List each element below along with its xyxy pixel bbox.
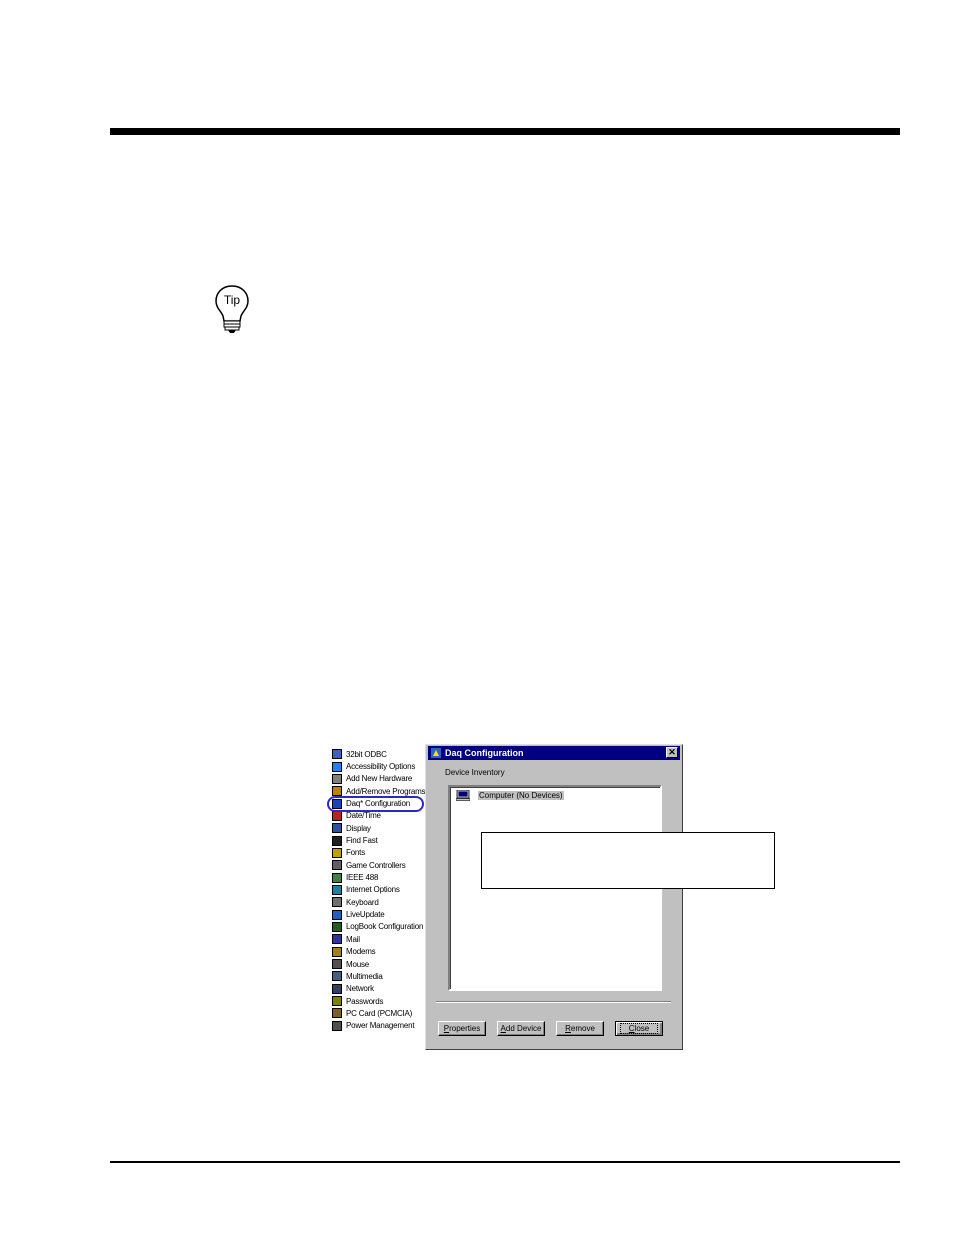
tip-icon-text: Tip <box>224 293 241 307</box>
computer-icon <box>456 790 470 801</box>
control-panel-item-label: Mail <box>346 934 360 944</box>
control-panel-list: 32bit ODBC Accessibility Options Add New H… <box>332 748 428 1032</box>
daq-app-icon <box>431 748 441 758</box>
control-panel-applet-icon <box>332 884 342 895</box>
control-panel-applet-icon <box>332 959 342 970</box>
daq-configuration-dialog: Daq Configuration ✕ Device Inventory Com… <box>425 744 683 1050</box>
dialog-titlebar[interactable]: Daq Configuration ✕ <box>428 746 680 760</box>
control-panel-applet-icon <box>332 897 342 908</box>
control-panel-item[interactable]: IEEE 488 <box>332 871 428 883</box>
control-panel-applet-icon <box>332 1020 342 1031</box>
control-panel-applet-icon <box>332 921 342 932</box>
control-panel-item-label: Modems <box>346 947 376 957</box>
control-panel-applet-icon <box>332 934 342 945</box>
control-panel-applet-icon <box>332 761 342 772</box>
control-panel-item[interactable]: LogBook Configuration <box>332 921 428 933</box>
control-panel-item[interactable]: LiveUpdate <box>332 908 428 920</box>
control-panel-item[interactable]: Power Management <box>332 1020 428 1032</box>
control-panel-item-label: Fonts <box>346 848 366 858</box>
control-panel-item-label: Internet Options <box>346 885 400 895</box>
close-icon[interactable]: ✕ <box>666 747 678 758</box>
lightbulb-tip-icon: Tip <box>215 285 249 333</box>
control-panel-item-label: Add/Remove Programs <box>346 786 426 796</box>
control-panel-applet-icon <box>332 860 342 871</box>
control-panel-item[interactable]: Find Fast <box>332 834 428 846</box>
control-panel-applet-icon <box>332 983 342 994</box>
control-panel-item[interactable]: Multimedia <box>332 970 428 982</box>
control-panel-applet-icon <box>332 946 342 957</box>
control-panel-item-label: Game Controllers <box>346 860 406 870</box>
control-panel-item-label: Date/Time <box>346 811 381 821</box>
control-panel-item-label: Keyboard <box>346 897 379 907</box>
control-panel-applet-icon <box>332 786 342 797</box>
control-panel-item-label: Multimedia <box>346 971 383 981</box>
properties-button[interactable]: Properties <box>438 1021 486 1036</box>
control-panel-item-label: LiveUpdate <box>346 910 385 920</box>
control-panel-item-label: Passwords <box>346 996 384 1006</box>
control-panel-item-label: Mouse <box>346 959 370 969</box>
remove-button[interactable]: Remove <box>556 1021 604 1036</box>
control-panel-item[interactable]: Mouse <box>332 958 428 970</box>
control-panel-applet-icon <box>332 749 342 760</box>
control-panel-item[interactable]: Game Controllers <box>332 859 428 871</box>
dialog-title: Daq Configuration <box>445 748 524 758</box>
control-panel-applet-icon <box>332 835 342 846</box>
button-separator <box>436 1001 671 1003</box>
control-panel-item[interactable]: Fonts <box>332 847 428 859</box>
top-rule <box>110 128 900 135</box>
control-panel-applet-icon <box>332 1008 342 1019</box>
callout-box <box>481 832 775 889</box>
close-button[interactable]: Close <box>615 1021 663 1036</box>
control-panel-item[interactable]: Network <box>332 983 428 995</box>
control-panel-item-label: LogBook Configuration <box>346 922 424 932</box>
control-panel-item[interactable]: Passwords <box>332 995 428 1007</box>
control-panel-applet-icon <box>332 872 342 883</box>
control-panel-item[interactable]: Mail <box>332 933 428 945</box>
control-panel-applet-icon <box>332 909 342 920</box>
control-panel-item-label: Accessibility Options <box>346 762 416 772</box>
highlight-oval <box>327 796 424 812</box>
control-panel-item-label: Display <box>346 823 371 833</box>
control-panel-item-label: Find Fast <box>346 836 378 846</box>
control-panel-item[interactable]: Add New Hardware <box>332 773 428 785</box>
control-panel-item-label: Add New Hardware <box>346 774 413 784</box>
control-panel-item-label: PC Card (PCMCIA) <box>346 1008 413 1018</box>
bottom-rule <box>110 1161 900 1163</box>
add-device-button[interactable]: Add Device <box>497 1021 545 1036</box>
device-inventory-label: Device Inventory <box>445 768 505 777</box>
control-panel-item-label: IEEE 488 <box>346 873 379 883</box>
control-panel-item[interactable]: Keyboard <box>332 896 428 908</box>
tree-item-computer[interactable]: Computer (No Devices) <box>456 790 564 801</box>
control-panel-item[interactable]: PC Card (PCMCIA) <box>332 1007 428 1019</box>
control-panel-applet-icon <box>332 996 342 1007</box>
control-panel-applet-icon <box>332 773 342 784</box>
control-panel-applet-icon <box>332 847 342 858</box>
control-panel-item[interactable]: Internet Options <box>332 884 428 896</box>
control-panel-item[interactable]: Accessibility Options <box>332 760 428 772</box>
control-panel-item-label: Power Management <box>346 1021 415 1031</box>
control-panel-item-label: Network <box>346 984 374 994</box>
control-panel-item[interactable]: Display <box>332 822 428 834</box>
tree-item-label: Computer (No Devices) <box>478 791 564 800</box>
control-panel-applet-icon <box>332 810 342 821</box>
control-panel-applet-icon <box>332 971 342 982</box>
control-panel-item[interactable]: Modems <box>332 946 428 958</box>
control-panel-applet-icon <box>332 823 342 834</box>
control-panel-item-label: 32bit ODBC <box>346 749 387 759</box>
control-panel-item[interactable]: 32bit ODBC <box>332 748 428 760</box>
